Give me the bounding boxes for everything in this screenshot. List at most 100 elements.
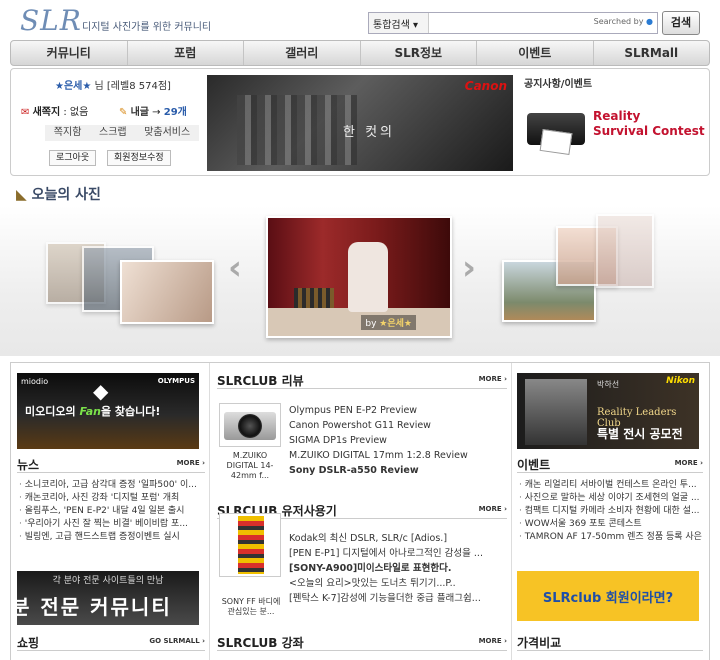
list-item[interactable]: 올림푸스, 'PEN E-P2' 내달 4일 일본 출시 bbox=[19, 505, 207, 518]
banner-text: 한 컷의 bbox=[343, 125, 396, 140]
carousel-prev-icon[interactable]: ‹ bbox=[228, 248, 242, 288]
list-item[interactable]: M.ZUIKO DIGITAL 17mm 1:2.8 Review bbox=[289, 448, 507, 463]
list-item[interactable]: [SONY-A900]미이스타일로 표현한다. bbox=[289, 561, 507, 576]
carousel-thumb[interactable] bbox=[120, 260, 214, 324]
miodio-ad-text: 미오디오의 Fan을 찾습니다! bbox=[25, 403, 160, 419]
link-messagebox[interactable]: 쪽지함 bbox=[54, 125, 82, 141]
list-item[interactable]: WOW서울 369 포토 콘테스트 bbox=[519, 518, 705, 531]
list-item[interactable]: Canon Powershot G11 Review bbox=[289, 418, 507, 433]
news-title: 뉴스 bbox=[17, 458, 40, 472]
photo-bottles bbox=[294, 288, 334, 308]
mailbox-icon: ✉ bbox=[21, 107, 30, 118]
list-item[interactable]: <오늘의 요리>맛있는 도너츠 튀기기...P.. bbox=[289, 576, 507, 591]
list-item[interactable]: 빌링엔, 고급 핸드스트랩 증정이벤트 실시 bbox=[19, 531, 207, 544]
search-scope-select[interactable]: 통합검색 ▾ bbox=[369, 13, 429, 33]
today-main-photo[interactable]: by ★은세★ bbox=[266, 216, 452, 338]
column-divider bbox=[511, 363, 512, 660]
today-photo-title: ◣ 오늘의 사진 bbox=[16, 184, 101, 204]
review-more-link[interactable]: MORE › bbox=[479, 375, 507, 383]
lecture-title: SLRCLUB 강좌 bbox=[217, 636, 304, 650]
user-panel: ★은세★ 님 [레벨8 574점] ✉ 새쪽지 : 없음 ✎ 내글 → 29개 … bbox=[10, 68, 710, 176]
list-item[interactable]: Sony DSLR-a550 Review bbox=[289, 463, 507, 478]
list-item[interactable]: 캐논코리아, 사진 강좌 '디지털 포럼' 개최 bbox=[19, 492, 207, 505]
list-item[interactable]: TAMRON AF 17-50mm 렌즈 정품 등록 사은 ... bbox=[519, 531, 705, 544]
nav-slrmall[interactable]: SLRMall bbox=[594, 41, 710, 65]
nav-event[interactable]: 이벤트 bbox=[477, 41, 594, 65]
photo-floor bbox=[268, 308, 450, 336]
slrclub-member-ad[interactable]: SLRclub 회원이라면? bbox=[517, 571, 699, 621]
notice-title[interactable]: 공지사항/이벤트 bbox=[524, 75, 592, 90]
list-item[interactable]: Olympus PEN E-P2 Preview bbox=[289, 403, 507, 418]
user-review-more-link[interactable]: MORE › bbox=[479, 505, 507, 513]
list-item[interactable]: 컴팩트 디지털 카메라 소비자 현황에 대한 설... bbox=[519, 505, 705, 518]
list-item[interactable]: [펜탁스 K-7]감성에 기능을더한 중급 플래그쉽... bbox=[289, 591, 507, 606]
list-item[interactable]: 사진으로 말하는 세상 이야기 조세현의 얼굴 ... bbox=[519, 492, 705, 505]
photo-by-label: by bbox=[365, 319, 377, 329]
price-header: 가격비교 bbox=[517, 633, 703, 651]
review-thumb-caption[interactable]: M.ZUIKO DIGITAL 14-42mm f... bbox=[219, 451, 281, 481]
user-name[interactable]: ★은세★ bbox=[55, 81, 91, 92]
slrclub-member-ad-text: SLRclub 회원이라면? bbox=[542, 591, 674, 606]
nikon-ad-caption2: 특별 전시 공모전 bbox=[597, 427, 683, 441]
community-ad-big: 분 전문 커뮤니티 bbox=[17, 595, 172, 619]
ad-text-fan: Fan bbox=[79, 405, 101, 418]
nav-community[interactable]: 커뮤니티 bbox=[11, 41, 128, 65]
user-review-thumbnail[interactable] bbox=[219, 513, 281, 577]
review-title: SLRCLUB 리뷰 bbox=[217, 374, 304, 388]
review-thumbnail[interactable] bbox=[219, 403, 281, 447]
canon-banner[interactable]: Canon 한 컷의 bbox=[207, 75, 513, 171]
slrmall-link[interactable]: GO SLRMALL › bbox=[149, 637, 205, 645]
camera-image bbox=[224, 412, 276, 440]
list-item[interactable]: Kodak의 최신 DSLR, SLR/c [Adios.] bbox=[289, 531, 507, 546]
search-box: 통합검색 ▾ Searched by ● bbox=[368, 12, 658, 34]
community-ad[interactable]: 각 분야 전문 사이트들의 만남 분 전문 커뮤니티 bbox=[17, 571, 199, 625]
user-review-list: Kodak의 최신 DSLR, SLR/c [Adios.] [PEN E-P1… bbox=[289, 531, 507, 606]
logout-button[interactable]: 로그아웃 bbox=[49, 150, 97, 166]
carousel-next-icon[interactable]: › bbox=[462, 248, 476, 288]
link-custom-service[interactable]: 맞춤서비스 bbox=[144, 125, 190, 141]
event-list: 캐논 리얼리티 서바이벌 컨테스트 온라인 투... 사진으로 말하는 세상 이… bbox=[519, 479, 705, 544]
content-area: miodio OLYMPUS ◆ 미오디오의 Fan을 찾습니다! 뉴스 MOR… bbox=[10, 362, 710, 660]
contest-banner[interactable]: Reality Survival Contest bbox=[593, 109, 705, 139]
lecture-more-link[interactable]: MORE › bbox=[479, 637, 507, 645]
miodio-ad[interactable]: miodio OLYMPUS ◆ 미오디오의 Fan을 찾습니다! bbox=[17, 373, 199, 449]
list-item[interactable]: 캐논 리얼리티 서바이벌 컨테스트 온라인 투... bbox=[519, 479, 705, 492]
ad-text-b: 을 찾습니다! bbox=[100, 405, 161, 418]
user-review-thumb-caption[interactable]: SONY FF 바디에 관심있는 분... bbox=[219, 597, 283, 617]
shop-title: 쇼핑 bbox=[17, 636, 40, 650]
list-item[interactable]: [PEN E-P1] 디지털에서 아나로그적인 감성을 ... bbox=[289, 546, 507, 561]
nav-gallery[interactable]: 갤러리 bbox=[244, 41, 361, 65]
list-item[interactable]: '우리아기 사진 잘 찍는 비결' 베이비랍 포... bbox=[19, 518, 207, 531]
messages-label: 새쪽지 bbox=[32, 107, 61, 118]
news-header: 뉴스 MORE › bbox=[17, 455, 205, 473]
search-scope-label: 통합검색 bbox=[373, 20, 410, 31]
main-nav: 커뮤니티 포럼 갤러리 SLR정보 이벤트 SLRMall bbox=[10, 40, 710, 66]
photographer-image bbox=[525, 379, 587, 445]
new-messages[interactable]: ✉ 새쪽지 : 없음 bbox=[21, 103, 88, 118]
site-logo[interactable]: SLR bbox=[20, 4, 82, 37]
pencil-icon: ✎ bbox=[119, 107, 128, 118]
printer-image bbox=[527, 95, 591, 161]
photo-figure bbox=[348, 242, 388, 312]
contest-line1: Reality bbox=[593, 109, 641, 123]
search-input[interactable] bbox=[431, 13, 591, 33]
event-more-link[interactable]: MORE › bbox=[675, 459, 703, 467]
search-provider: Searched by ● bbox=[593, 17, 653, 26]
nav-forum[interactable]: 포럼 bbox=[128, 41, 244, 65]
edit-profile-button[interactable]: 회원정보수정 bbox=[107, 150, 171, 166]
nikon-ad[interactable]: Nikon 박하선 Reality Leaders Club 특별 전시 공모전 bbox=[517, 373, 699, 449]
price-title[interactable]: 가격비교 bbox=[517, 634, 561, 651]
user-info: ★은세★ 님 [레벨8 574점] bbox=[55, 77, 171, 92]
search-button[interactable]: 검색 bbox=[662, 11, 700, 35]
news-more-link[interactable]: MORE › bbox=[177, 459, 205, 467]
carousel-thumb[interactable] bbox=[596, 214, 654, 288]
photo-credit: by ★은세★ bbox=[361, 315, 416, 330]
my-posts[interactable]: ✎ 내글 → 29개 bbox=[119, 103, 187, 118]
list-item[interactable]: 소니코리아, 고급 삼각대 증정 '일파500' 이... bbox=[19, 479, 207, 492]
list-item[interactable]: SIGMA DP1s Preview bbox=[289, 433, 507, 448]
column-divider bbox=[209, 363, 210, 660]
link-scrap[interactable]: 스크랩 bbox=[99, 125, 127, 141]
nikon-logo: Nikon bbox=[666, 376, 695, 386]
nav-slr-info[interactable]: SLR정보 bbox=[361, 41, 477, 65]
canon-logo: Canon bbox=[464, 79, 507, 93]
